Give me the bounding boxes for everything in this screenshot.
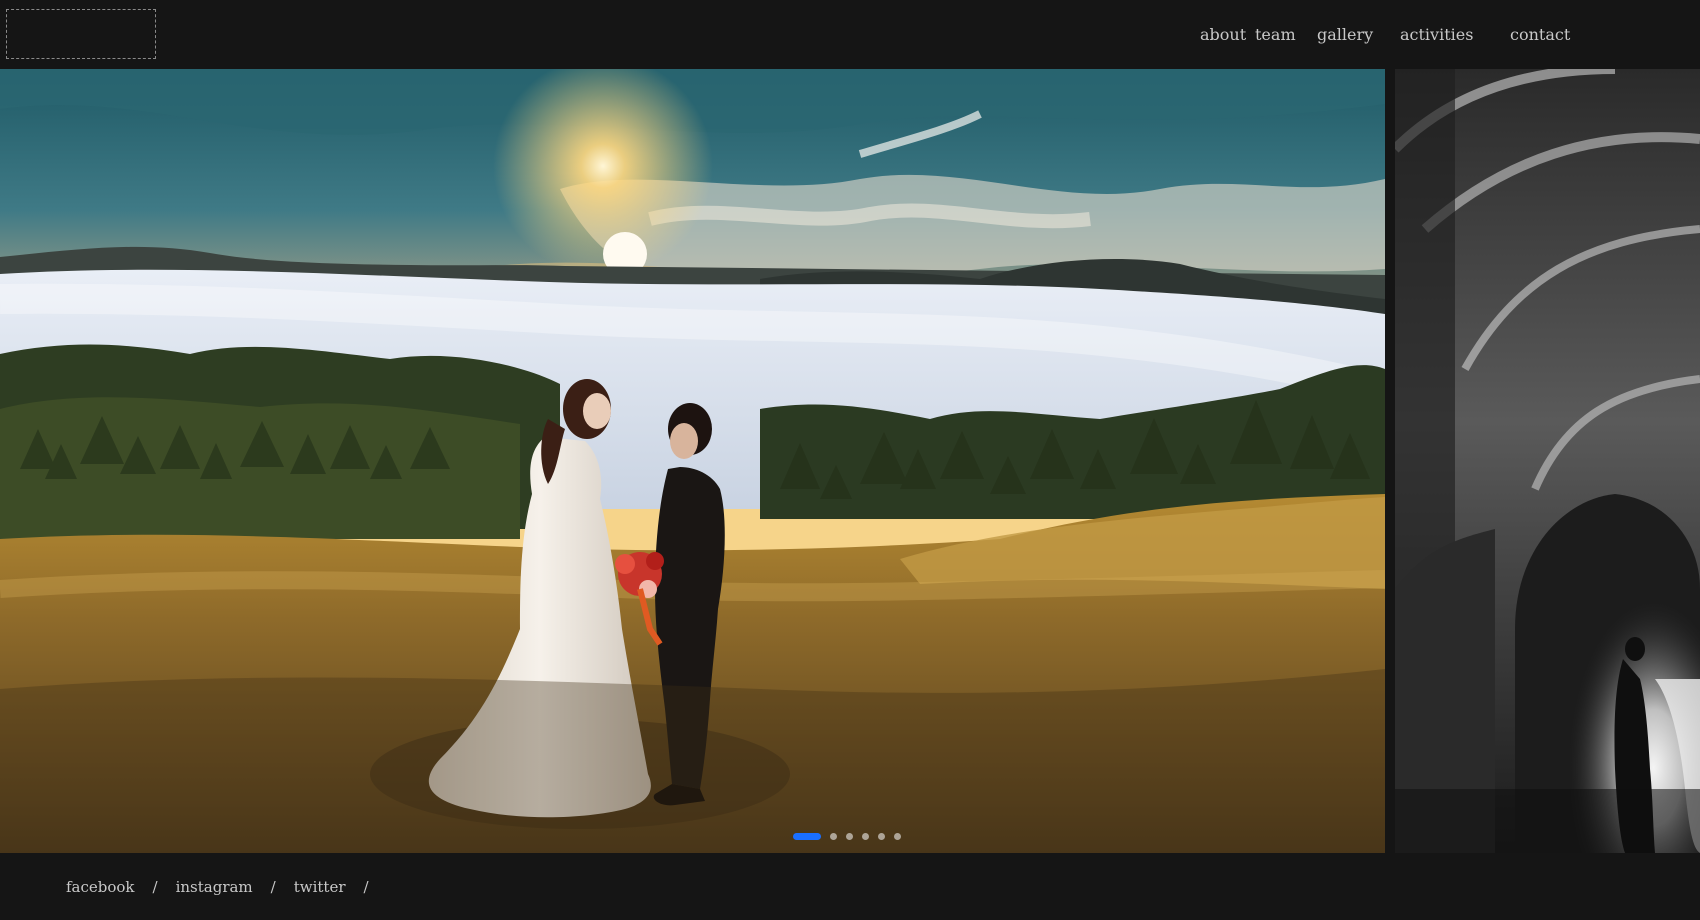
nav-gallery[interactable]: gallery <box>1317 25 1373 44</box>
slide-cloister-bw[interactable] <box>1395 69 1700 853</box>
hero-carousel[interactable] <box>0 69 1700 853</box>
nav-contact[interactable]: contact <box>1510 25 1570 44</box>
social-instagram-link[interactable]: instagram <box>176 878 253 896</box>
site-header: about team gallery activities contact <box>0 0 1700 69</box>
social-twitter-link[interactable]: twitter <box>294 878 346 896</box>
carousel-dots <box>793 831 910 841</box>
carousel-dot-2[interactable] <box>830 832 837 840</box>
social-separator: / <box>270 877 276 896</box>
carousel-dot-1[interactable] <box>793 832 821 840</box>
slide-wedding-landscape[interactable] <box>0 69 1385 853</box>
social-separator: / <box>152 877 158 896</box>
social-links: facebook / instagram / twitter / <box>66 853 387 920</box>
logo-placeholder[interactable] <box>6 9 156 59</box>
cloister-bw-photo <box>1395 69 1700 853</box>
social-facebook-link[interactable]: facebook <box>66 878 135 896</box>
carousel-dot-4[interactable] <box>862 832 869 840</box>
carousel-dot-5[interactable] <box>878 832 885 840</box>
wedding-landscape-photo <box>0 69 1385 853</box>
nav-team[interactable]: team <box>1255 25 1296 44</box>
nav-activities[interactable]: activities <box>1400 25 1473 44</box>
carousel-dot-6[interactable] <box>894 832 901 840</box>
site-footer: facebook / instagram / twitter / <box>0 853 1700 920</box>
nav-about[interactable]: about <box>1200 25 1246 44</box>
carousel-dot-3[interactable] <box>846 832 853 840</box>
social-separator: / <box>363 877 369 896</box>
